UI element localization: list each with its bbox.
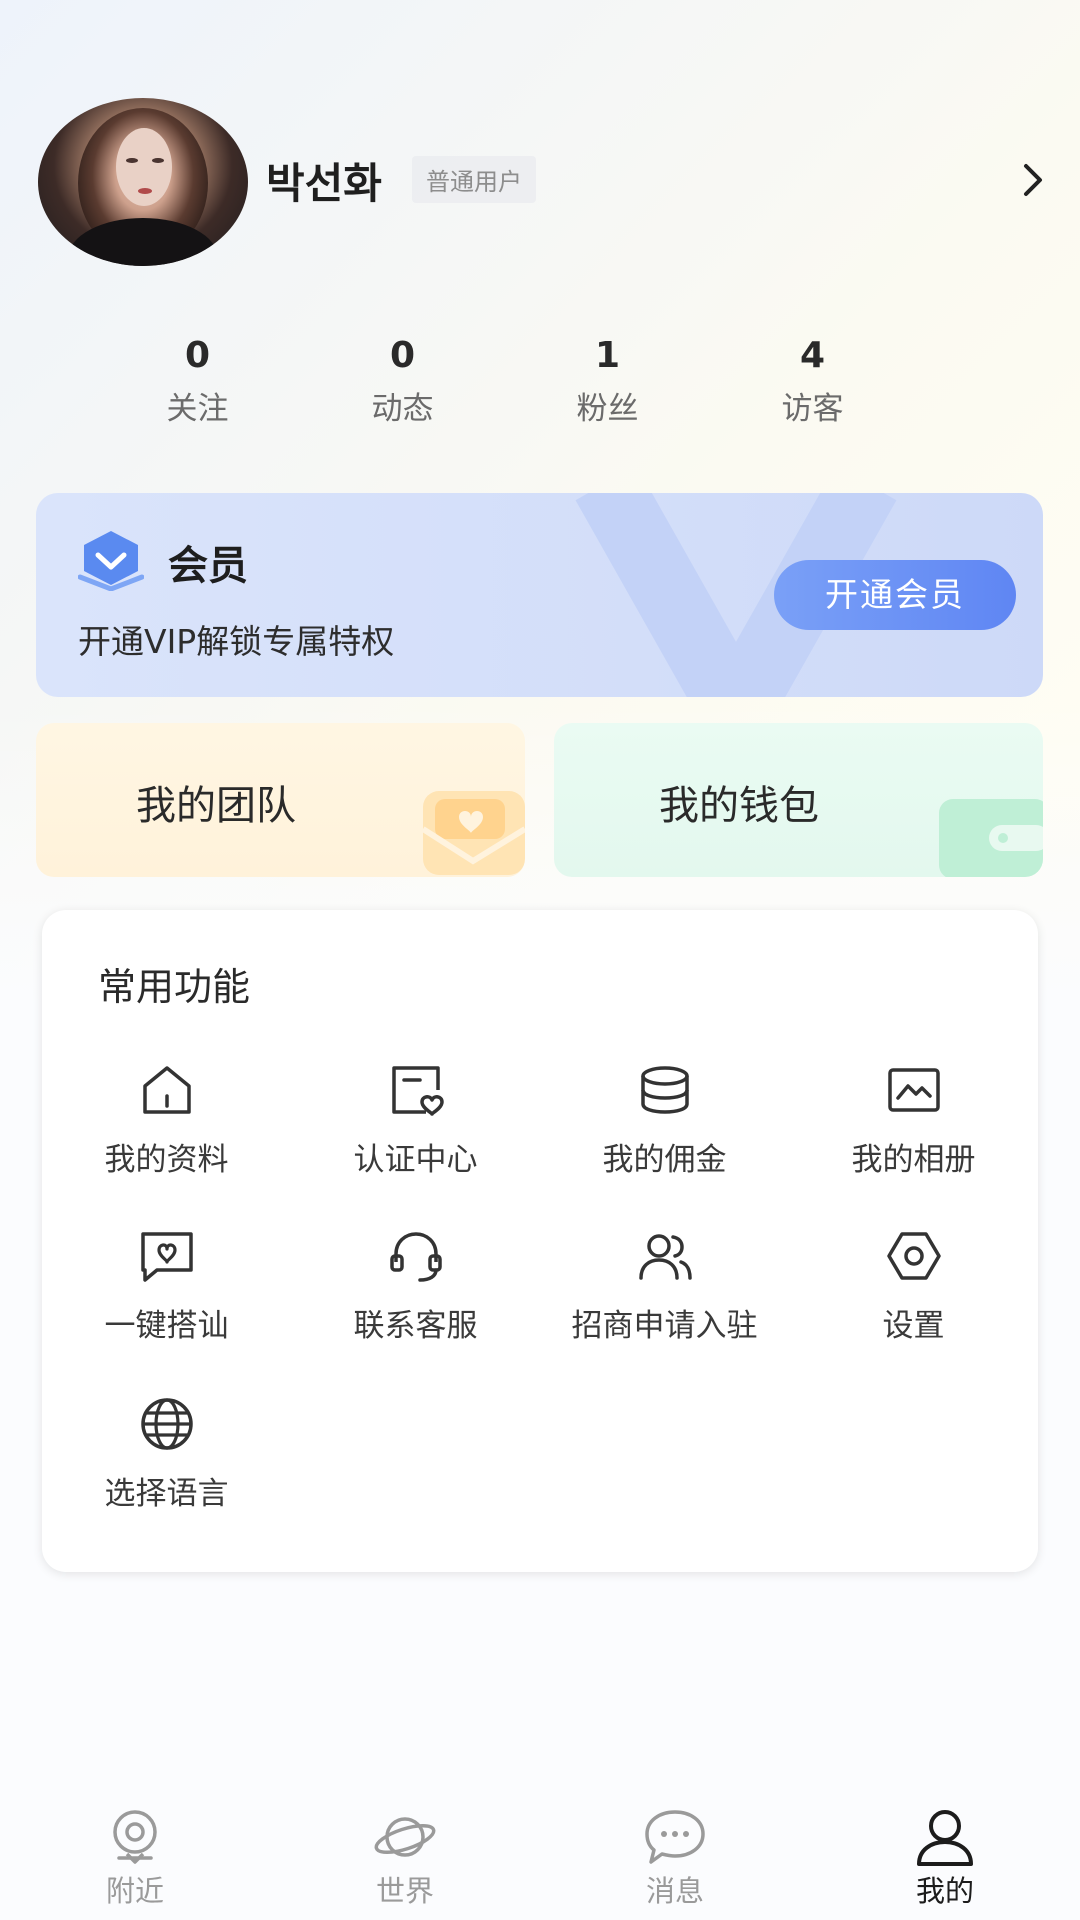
home-icon bbox=[142, 1066, 191, 1114]
planet-icon bbox=[374, 1817, 436, 1857]
username: 박선화 bbox=[266, 159, 382, 208]
nav-me[interactable]: 我的 bbox=[810, 1808, 1080, 1920]
chevron-right-icon[interactable] bbox=[1018, 160, 1048, 200]
function-label: 招商申请入驻 bbox=[571, 1308, 758, 1344]
certificate-icon bbox=[391, 1066, 444, 1116]
stat-following[interactable]: 0 关注 bbox=[95, 335, 300, 427]
profile-header[interactable]: 박선화 普通用户 bbox=[38, 98, 1048, 266]
nav-label: 消息 bbox=[645, 1874, 704, 1908]
stat-label: 关注 bbox=[166, 391, 229, 427]
vip-card[interactable]: 会员 开通VIP解锁专属特权 开通会员 bbox=[36, 493, 1043, 697]
my-team-card[interactable]: 我的团队 bbox=[36, 723, 525, 877]
section-title: 常用功能 bbox=[98, 965, 251, 1009]
function-merchant-apply[interactable]: 招商申请入驻 bbox=[540, 1226, 789, 1345]
nav-world[interactable]: 世界 bbox=[270, 1808, 540, 1920]
vip-badge-icon bbox=[78, 531, 144, 591]
function-certification[interactable]: 认证中心 bbox=[291, 1060, 540, 1179]
nav-nearby[interactable]: 附近 bbox=[0, 1808, 270, 1920]
function-label: 联系客服 bbox=[353, 1308, 478, 1344]
function-settings[interactable]: 设置 bbox=[789, 1226, 1038, 1345]
function-album[interactable]: 我的相册 bbox=[789, 1060, 1038, 1179]
stat-label: 粉丝 bbox=[576, 391, 639, 427]
my-wallet-label: 我的钱包 bbox=[659, 783, 819, 829]
function-commission[interactable]: 我的佣金 bbox=[540, 1060, 789, 1179]
stat-posts[interactable]: 0 动态 bbox=[300, 335, 505, 427]
nav-label: 世界 bbox=[375, 1874, 434, 1908]
function-label: 设置 bbox=[882, 1308, 945, 1344]
chat-icon bbox=[645, 1810, 705, 1864]
coins-icon bbox=[640, 1066, 689, 1114]
stats-row: 0 关注 0 动态 1 粉丝 4 访客 bbox=[95, 335, 915, 427]
open-vip-button[interactable]: 开通会员 bbox=[774, 560, 1016, 630]
headset-icon bbox=[389, 1232, 442, 1282]
function-language[interactable]: 选择语言 bbox=[42, 1394, 291, 1513]
vip-subtitle: 开通VIP解锁专属特权 bbox=[78, 622, 395, 661]
globe-icon bbox=[140, 1398, 193, 1450]
stat-value: 0 bbox=[184, 335, 211, 376]
nav-label: 附近 bbox=[105, 1874, 164, 1908]
common-functions-panel: 常用功能 我的资料 认证中心 我的佣金 我的相册 一键搭讪 联系客服 招商申请入… bbox=[42, 910, 1038, 1572]
users-icon bbox=[638, 1234, 692, 1280]
function-label: 一键搭讪 bbox=[104, 1308, 229, 1344]
stat-value: 0 bbox=[389, 335, 416, 376]
nav-label: 我的 bbox=[915, 1874, 974, 1908]
function-label: 认证中心 bbox=[353, 1142, 478, 1178]
function-label: 选择语言 bbox=[104, 1476, 229, 1512]
stat-label: 动态 bbox=[371, 391, 434, 427]
location-icon bbox=[113, 1810, 157, 1864]
my-wallet-card[interactable]: 我的钱包 bbox=[554, 723, 1043, 877]
nav-messages[interactable]: 消息 bbox=[540, 1808, 810, 1920]
stat-label: 访客 bbox=[781, 391, 844, 427]
wallet-icon bbox=[939, 799, 1043, 877]
function-customer-service[interactable]: 联系客服 bbox=[291, 1226, 540, 1345]
stat-visitors[interactable]: 4 访客 bbox=[710, 335, 915, 427]
role-badge: 普通用户 bbox=[412, 156, 536, 203]
vip-title: 会员 bbox=[168, 543, 248, 589]
team-envelope-icon bbox=[421, 791, 525, 875]
photo-album-icon bbox=[887, 1068, 940, 1112]
function-quick-chat[interactable]: 一键搭讪 bbox=[42, 1226, 291, 1345]
function-label: 我的佣金 bbox=[602, 1142, 727, 1178]
function-label: 我的相册 bbox=[851, 1142, 976, 1178]
stat-fans[interactable]: 1 粉丝 bbox=[505, 335, 710, 427]
function-my-profile[interactable]: 我的资料 bbox=[42, 1060, 291, 1179]
avatar[interactable] bbox=[38, 98, 248, 266]
stat-value: 1 bbox=[594, 335, 621, 376]
bottom-navigation: 附近 世界 消息 我的 bbox=[0, 1808, 1080, 1920]
user-icon bbox=[917, 1810, 973, 1866]
settings-icon bbox=[886, 1232, 941, 1280]
heart-message-icon bbox=[140, 1232, 193, 1282]
stat-value: 4 bbox=[799, 335, 826, 376]
my-team-label: 我的团队 bbox=[136, 783, 296, 829]
function-label: 我的资料 bbox=[104, 1142, 229, 1178]
